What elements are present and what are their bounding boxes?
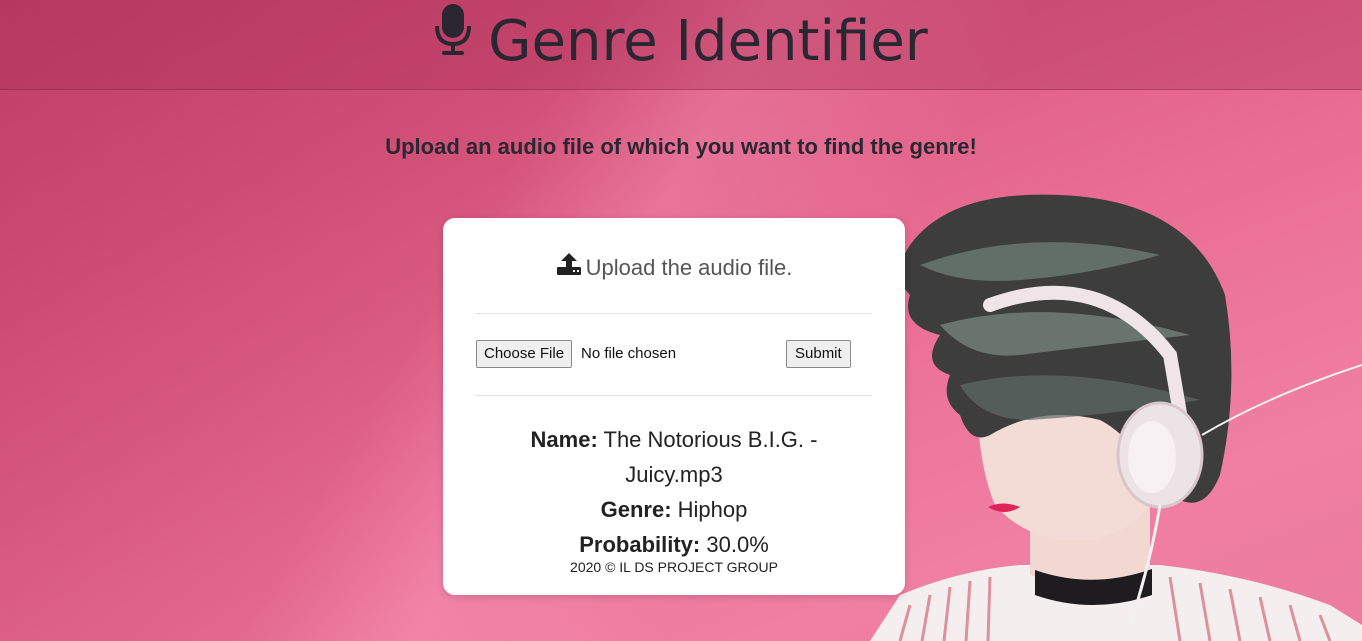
file-status-text: No file chosen [581, 345, 677, 362]
microphone-icon [434, 2, 472, 70]
choose-file-button[interactable]: Choose File [476, 340, 573, 368]
page-title: Genre Identifier [0, 3, 1362, 76]
divider [475, 313, 872, 314]
instructions-text: Upload an audio file of which you want t… [385, 134, 977, 159]
divider [475, 395, 872, 396]
result-probability-line: Probability: 30.0% [443, 527, 905, 562]
genre-value: Hiphop [677, 497, 748, 522]
name-value: The Notorious B.I.G. - [603, 427, 818, 452]
card-heading: Upload the audio file. [443, 252, 905, 284]
title-text: Genre Identifier [488, 9, 928, 75]
name-value-continued: Juicy.mp3 [625, 462, 723, 487]
probability-label: Probability: [579, 532, 701, 557]
probability-value: 30.0% [706, 532, 769, 557]
submit-button[interactable]: Submit [786, 340, 851, 368]
girl-headphones-illustration [870, 194, 1362, 641]
result-block: Name: The Notorious B.I.G. - Juicy.mp3 G… [443, 422, 905, 562]
footer-copyright: 2020 © IL DS PROJECT GROUP [570, 559, 778, 575]
genre-label: Genre: [600, 497, 672, 522]
result-name-line: Name: The Notorious B.I.G. - [443, 422, 905, 457]
result-genre-line: Genre: Hiphop [443, 492, 905, 527]
upload-card: Upload the audio file. Choose File No fi… [443, 218, 905, 595]
card-heading-text: Upload the audio file. [585, 254, 793, 280]
name-label: Name: [530, 427, 598, 452]
upload-icon [556, 252, 582, 282]
